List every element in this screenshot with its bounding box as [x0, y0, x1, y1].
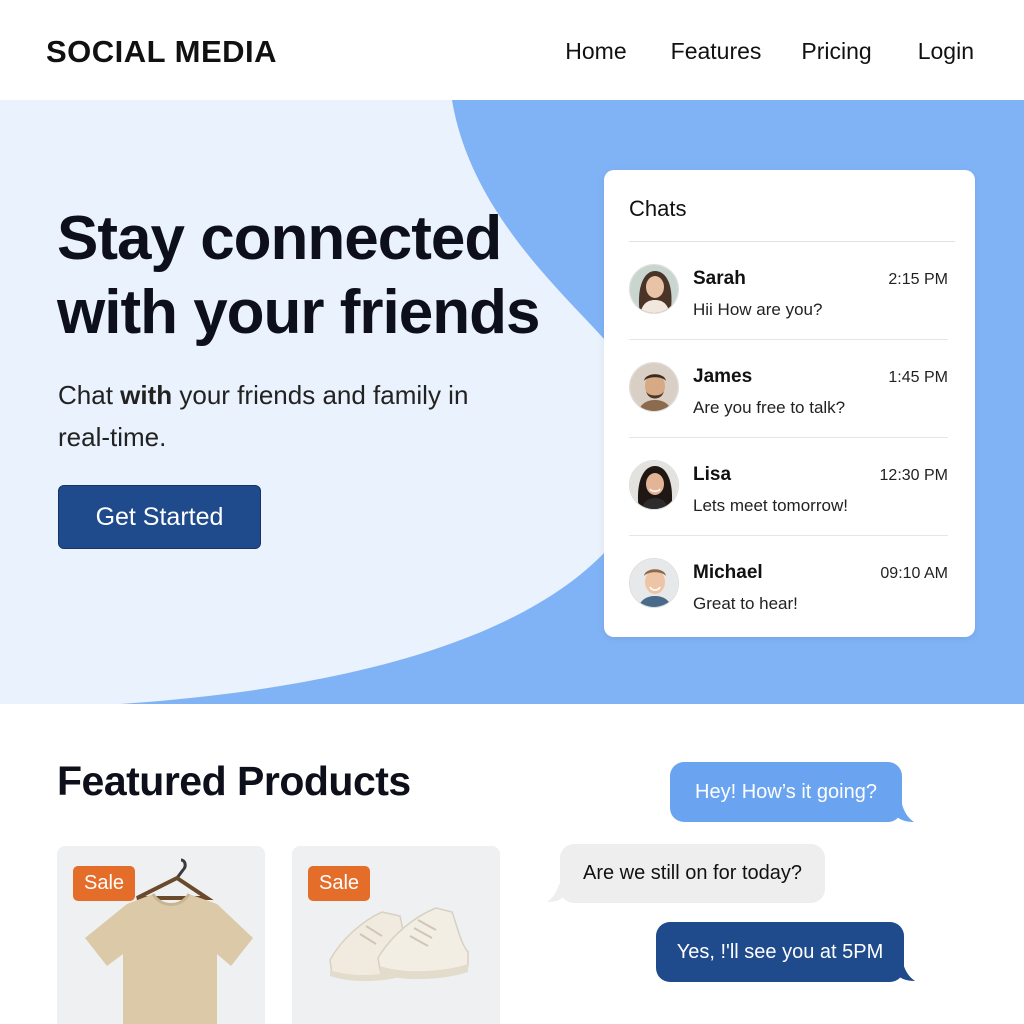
chat-bubble-incoming-2: Yes, !'ll see you at 5PM — [656, 922, 904, 982]
chat-bubble-outgoing: Are we still on for today? — [560, 844, 825, 903]
nav-features[interactable]: Features — [671, 38, 762, 65]
avatar — [629, 264, 679, 314]
nav-pricing[interactable]: Pricing — [801, 38, 871, 65]
sale-badge: Sale — [73, 866, 136, 901]
chat-bubble-incoming-1: Hey! How’s it going? — [670, 762, 902, 822]
hero-title-line2: with your friends — [57, 278, 540, 347]
chats-title: Chats — [629, 196, 687, 221]
chat-time: 09:10 AM — [880, 565, 948, 582]
hero-section: Stay connected with your friends Chat wi… — [0, 100, 1024, 704]
featured-products-title: Featured Products — [57, 758, 411, 804]
sale-badge: Sale — [308, 866, 371, 901]
hero-subtitle-bold: with — [120, 380, 173, 410]
chat-name: James — [693, 366, 753, 387]
chats-card: Chats Sarah 2:15 PM Hii How are you? Jam… — [604, 170, 975, 637]
chat-item-sarah[interactable]: Sarah 2:15 PM Hii How are you? — [629, 242, 948, 340]
chat-item-michael[interactable]: Michael 09:10 AM Great to hear! — [629, 536, 948, 630]
chat-message: Lets meet tomorrow! — [693, 496, 848, 515]
avatar — [629, 460, 679, 510]
hero-subtitle-part1: Chat — [58, 380, 121, 410]
main-nav: Home Features Pricing Login — [565, 38, 974, 65]
get-started-button[interactable]: Get Started — [58, 485, 261, 549]
avatar — [629, 558, 679, 608]
nav-home[interactable]: Home — [565, 38, 626, 65]
chat-name: Lisa — [693, 464, 732, 485]
product-card-sneakers[interactable]: Sale — [292, 846, 500, 1024]
chat-name: Michael — [693, 562, 763, 583]
brand-logo[interactable]: SOCIAL MEDIA — [46, 34, 277, 70]
chat-item-james[interactable]: James 1:45 PM Are you free to talk? — [629, 340, 948, 438]
chat-message: Great to hear! — [693, 594, 798, 613]
chat-item-lisa[interactable]: Lisa 12:30 PM Lets meet tomorrow! — [629, 438, 948, 536]
nav-login[interactable]: Login — [918, 38, 974, 65]
chat-name: Sarah — [693, 268, 746, 289]
hero-title: Stay connected with your friends — [57, 202, 540, 350]
chat-time: 1:45 PM — [888, 369, 948, 386]
chat-time: 2:15 PM — [888, 271, 948, 288]
chat-time: 12:30 PM — [879, 467, 948, 484]
hero-title-line1: Stay connected — [57, 204, 502, 273]
product-card-tshirt[interactable]: Sale — [57, 846, 265, 1024]
chat-message: Are you free to talk? — [693, 398, 846, 417]
hero-subtitle: Chat with your friends and family in rea… — [58, 374, 498, 458]
site-header: SOCIAL MEDIA Home Features Pricing Login — [0, 0, 1024, 100]
avatar — [629, 362, 679, 412]
chat-message: Hii How are you? — [693, 300, 823, 319]
